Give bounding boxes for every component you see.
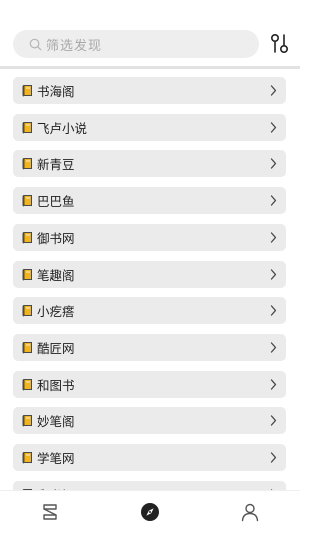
source-list-item[interactable]: 巴巴鱼 [13,187,286,215]
chevron-right-icon [270,85,277,96]
source-list-item[interactable]: 和图书 [13,370,286,398]
source-list-item[interactable]: 妙笔阁 [13,407,286,435]
source-list-item-label: 新青豆 [37,157,75,173]
book-icon [22,231,32,244]
source-list-item-label: 妙笔阁 [37,414,75,430]
filter-icon [270,33,289,54]
source-list-item-label: 巴巴鱼 [37,194,75,210]
chevron-right-icon [270,122,277,133]
chevron-right-icon [270,378,277,390]
source-list-item-label: 飞卢小说 [37,120,88,136]
source-list-item-label: 笔趣阁 [37,267,75,283]
book-icon [22,268,32,280]
tab-profile[interactable] [239,501,261,523]
search-input[interactable]: 筛选发现 [13,30,259,58]
search-icon [29,38,42,50]
compass-icon [141,503,159,521]
chevron-right-icon [270,305,277,316]
source-list-item-label: 小疙瘩 [37,304,75,320]
source-list: 书海阁飞卢小说新青豆巴巴鱼御书网笔趣阁小疙瘩酷匠网和图书妙笔阁学笔网郵书阁 [0,68,300,490]
book-icon [22,121,32,134]
source-list-item[interactable]: 新青豆 [13,150,286,178]
source-list-item[interactable]: 学笔网 [13,444,286,471]
source-list-item[interactable]: 御书网 [13,223,286,251]
source-list-item-label: 学笔网 [37,451,75,466]
book-icon [22,378,32,391]
search-placeholder: 筛选发现 [46,38,103,54]
chevron-right-icon [270,158,277,170]
chevron-right-icon [270,268,277,280]
source-list-item[interactable]: 笔趣阁 [13,260,286,288]
chevron-right-icon [270,232,277,243]
book-icon [22,305,32,317]
tab-discover[interactable] [139,501,161,523]
bottom-tab-bar [0,490,300,533]
book-icon [22,452,32,464]
source-list-item[interactable]: 郵书阁 [13,480,286,490]
source-list-item[interactable]: 酷匠网 [13,333,286,361]
book-icon [22,158,32,170]
source-list-item-label: 和图书 [37,377,75,393]
chevron-right-icon [270,452,277,463]
chevron-right-icon [270,342,277,353]
source-list-item[interactable]: 飞卢小说 [13,113,286,141]
source-list-item-label: 酷匠网 [37,340,75,356]
book-icon [22,341,32,354]
source-list-item[interactable]: 书海阁 [13,77,286,104]
header: 筛选发现 [0,0,300,68]
user-icon [241,503,259,522]
book-icon [22,195,32,207]
chevron-right-icon [270,415,277,426]
source-list-item-label: 御书网 [37,230,75,246]
book-icon [22,415,32,427]
source-list-item-label: 书海阁 [37,84,75,99]
tab-bookshelf[interactable] [39,501,61,523]
bookshelf-icon [43,504,57,520]
chevron-right-icon [270,195,277,206]
book-icon [22,85,32,97]
source-list-item[interactable]: 小疙瘩 [13,297,286,325]
filter-button[interactable] [269,32,291,56]
